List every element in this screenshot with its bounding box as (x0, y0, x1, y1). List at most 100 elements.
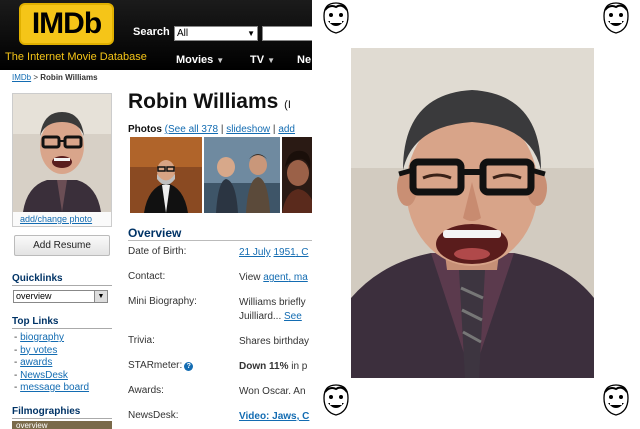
imdb-page-crop: IMDb The Internet Movie Database Search … (0, 0, 312, 429)
add-change-photo-link[interactable]: add/change photo (20, 214, 92, 224)
breadcrumb-current: Robin Williams (40, 73, 98, 82)
imdb-logo[interactable]: IMDb (19, 3, 114, 45)
rage-face-drawing (323, 2, 349, 34)
newsdesk-row: NewsDesk: Video: Jaws, C (128, 410, 312, 429)
contact-label: Contact: (128, 271, 166, 282)
top-link-label: by votes (20, 344, 58, 356)
thumbnail-image (130, 137, 202, 213)
bio-line-2: Juilliard... (239, 311, 285, 322)
rage-face-icon (318, 0, 354, 36)
starmeter-label-text: STARmeter: (128, 360, 183, 371)
mini-biography-label: Mini Biography: (128, 296, 197, 307)
starmeter-value: Down 11% in p (239, 360, 307, 374)
add-photo-link[interactable]: add (278, 124, 295, 135)
newsdesk-video-link[interactable]: Video: Jaws, C (239, 411, 309, 422)
mini-biography-value: Williams briefly Juilliard... See (239, 296, 306, 324)
newsdesk-label: NewsDesk: (128, 410, 179, 421)
logo-text: IMDb (31, 7, 102, 40)
nav-tv-label: TV (250, 54, 265, 66)
rage-face-icon (598, 0, 634, 36)
photo-thumbnails (130, 137, 312, 213)
starmeter-label: STARmeter:? (128, 360, 194, 371)
awards-label: Awards: (128, 385, 164, 396)
filmographies-heading: Filmographies (12, 406, 112, 419)
slideshow-link[interactable]: slideshow (226, 124, 270, 135)
starmeter-row: STARmeter:? Down 11% in p (128, 360, 312, 382)
top-link-awards[interactable]: - awards (14, 357, 89, 370)
nav-movies[interactable]: Movies ▼ (176, 54, 224, 66)
contact-prefix: View (239, 272, 264, 283)
thumbnail-image (204, 137, 280, 213)
search-input[interactable] (262, 26, 312, 41)
dropdown-arrow-icon: ▼ (247, 29, 255, 38)
chevron-down-icon: ▼ (267, 56, 275, 65)
quicklinks-heading: Quicklinks (12, 273, 112, 286)
photos-separator: | (272, 124, 276, 135)
search-category-select[interactable]: All ▼ (174, 26, 258, 41)
agent-link[interactable]: agent (263, 272, 288, 283)
photo-thumbnail[interactable] (130, 137, 202, 213)
breadcrumb-separator: > (33, 73, 39, 82)
top-link-by-votes[interactable]: - by votes (14, 345, 89, 358)
trivia-value: Shares birthday (239, 336, 310, 347)
top-links-heading: Top Links (12, 316, 112, 329)
search-label: Search (133, 26, 170, 38)
see-all-photos-link[interactable]: (See all 378 (165, 124, 218, 135)
mini-biography-row: Mini Biography: Williams briefly Juilliar… (128, 296, 312, 326)
top-link-label: NewsDesk (20, 369, 68, 381)
add-resume-button[interactable]: Add Resume (14, 235, 110, 256)
photo-thumbnail[interactable] (204, 137, 280, 213)
photos-label: Photos (128, 124, 162, 135)
birth-place-link[interactable]: , C (296, 247, 309, 258)
awards-value: Won Oscar. An (239, 386, 306, 397)
birth-date-link[interactable]: 21 July (239, 247, 271, 258)
dropdown-arrow-icon: ▼ (94, 291, 107, 302)
top-bar: IMDb The Internet Movie Database Search … (0, 0, 312, 70)
top-link-label: message board (20, 382, 90, 393)
nav-tv[interactable]: TV ▼ (250, 54, 275, 66)
search-category-value: All (177, 28, 189, 39)
overview-heading: Overview (128, 226, 312, 241)
top-link-label: biography (20, 332, 65, 343)
date-of-birth-value: 21 July 1951, C (239, 246, 309, 260)
date-of-birth-row: Date of Birth: 21 July 1951, C (128, 246, 312, 268)
starmeter-change: Down 11% (239, 361, 289, 372)
help-icon[interactable]: ? (184, 362, 194, 371)
quicklinks-select[interactable]: overview ▼ (13, 290, 108, 303)
trivia-row: Trivia: Shares birthday (128, 335, 312, 357)
photos-line: Photos (See all 378 | slideshow | add (128, 124, 295, 135)
profile-photo[interactable] (12, 93, 112, 227)
breadcrumb-home-link[interactable]: IMDb (12, 73, 31, 82)
top-link-newsdesk[interactable]: - NewsDesk (14, 370, 89, 383)
manager-link[interactable]: , ma (288, 272, 307, 283)
awards-row: Awards: Won Oscar. An (128, 385, 312, 407)
rage-face-icon (598, 382, 634, 418)
nav-news-label: Ne (297, 54, 312, 66)
quicklinks-value: overview (16, 291, 52, 301)
name-suffix: (I (284, 99, 291, 111)
contact-value: View agent, ma (239, 271, 308, 285)
filmographies-select[interactable]: overview (12, 421, 112, 429)
breadcrumb: IMDb > Robin Williams (12, 73, 98, 82)
rage-face-drawing (323, 384, 349, 416)
thumbnail-image (282, 137, 312, 213)
top-link-label: awards (20, 357, 53, 368)
nav-news[interactable]: Ne (297, 54, 311, 66)
photo-thumbnail[interactable] (282, 137, 312, 213)
birth-year-link[interactable]: 1951 (273, 247, 295, 258)
top-links-list: - biography - by votes - awards - NewsDe… (14, 332, 89, 395)
rage-face-drawing (603, 2, 629, 34)
nav-movies-label: Movies (176, 54, 214, 66)
top-link-biography[interactable]: - biography (14, 332, 89, 345)
rage-face-drawing (603, 384, 629, 416)
top-link-message-board[interactable]: - message board (14, 382, 89, 395)
large-portrait-photo (351, 48, 594, 378)
starmeter-rest: in p (288, 361, 308, 372)
contact-row: Contact: View agent, ma (128, 271, 312, 293)
date-of-birth-label: Date of Birth: (128, 246, 187, 257)
see-more-bio-link[interactable]: See (284, 311, 302, 322)
bio-line-1: Williams briefly (239, 297, 306, 308)
profile-photo-image (13, 94, 111, 212)
trivia-label: Trivia: (128, 335, 155, 346)
tagline: The Internet Movie Database (5, 51, 147, 63)
